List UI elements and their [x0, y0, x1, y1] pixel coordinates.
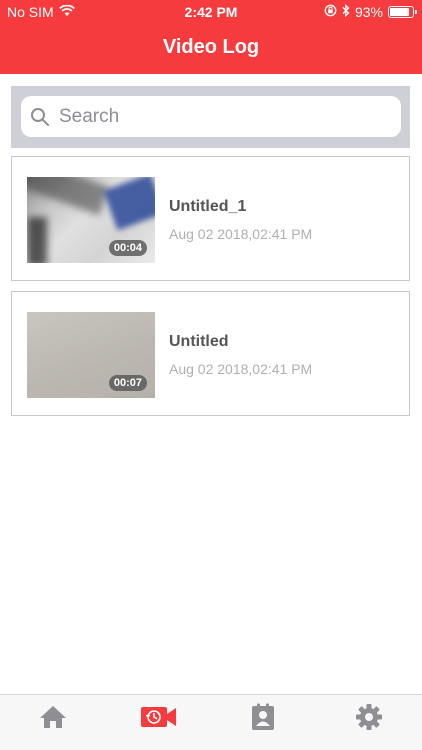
- video-duration-badge: 00:07: [108, 375, 147, 391]
- video-list-item[interactable]: 00:07 Untitled Aug 02 2018,02:41 PM: [11, 291, 410, 416]
- tab-bar: [0, 694, 422, 750]
- video-thumbnail[interactable]: 00:07: [27, 312, 155, 398]
- search-icon: [29, 106, 51, 128]
- bluetooth-icon: [342, 3, 350, 20]
- tab-video-log[interactable]: [139, 703, 179, 735]
- video-title: Untitled: [169, 333, 229, 350]
- search-bar: [11, 86, 410, 148]
- video-duration-badge: 00:04: [108, 240, 147, 256]
- contacts-icon: [250, 703, 276, 736]
- home-icon: [38, 704, 68, 735]
- search-box[interactable]: [21, 96, 401, 137]
- search-input[interactable]: [57, 104, 381, 129]
- video-history-icon: [140, 705, 178, 734]
- tab-contacts[interactable]: [243, 703, 283, 735]
- video-title: Untitled_1: [169, 198, 247, 215]
- app-header: No SIM 2:42 PM 93% Video Log: [0, 0, 422, 74]
- battery-icon: [388, 6, 417, 18]
- video-date: Aug 02 2018,02:41 PM: [169, 226, 313, 242]
- video-list-item[interactable]: 00:04 Untitled_1 Aug 02 2018,02:41 PM: [11, 156, 410, 281]
- tab-settings[interactable]: [349, 703, 389, 735]
- status-bar: No SIM 2:42 PM 93%: [0, 0, 422, 24]
- battery-level: [390, 8, 409, 16]
- rotation-lock-icon: [324, 4, 337, 20]
- tab-home[interactable]: [33, 703, 73, 735]
- settings-icon: [355, 703, 383, 736]
- status-right: 93%: [324, 3, 417, 20]
- battery-percent: 93%: [354, 4, 383, 20]
- page-title: Video Log: [162, 36, 260, 58]
- video-date: Aug 02 2018,02:41 PM: [169, 361, 313, 377]
- video-thumbnail[interactable]: 00:04: [27, 177, 155, 263]
